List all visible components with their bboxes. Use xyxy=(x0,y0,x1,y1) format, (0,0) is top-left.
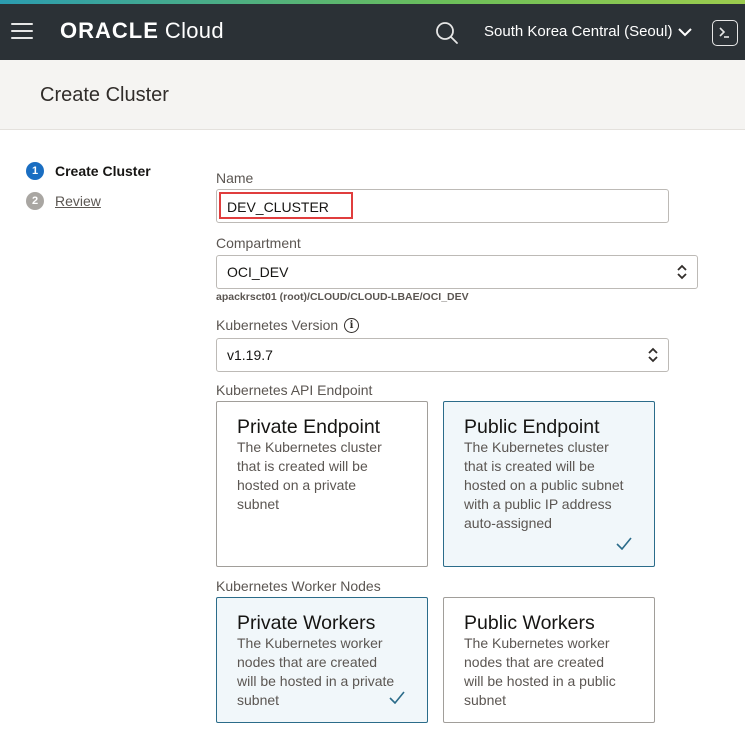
private-endpoint-card[interactable]: Private Endpoint The Kubernetes cluster … xyxy=(216,401,428,567)
card-description: The Kubernetes cluster that is created w… xyxy=(237,439,382,512)
worker-nodes-label: Kubernetes Worker Nodes xyxy=(216,578,381,594)
search-icon[interactable] xyxy=(434,20,460,46)
checkmark-icon xyxy=(616,537,632,550)
card-title: Private Endpoint xyxy=(237,416,381,438)
name-label: Name xyxy=(216,170,254,186)
hamburger-menu-icon[interactable] xyxy=(11,23,33,41)
oracle-cloud-logo[interactable]: ORACLE Cloud xyxy=(60,18,224,44)
card-title: Private Workers xyxy=(237,612,376,634)
private-workers-card[interactable]: Private Workers The Kubernetes worker no… xyxy=(216,597,428,723)
step-number: 1 xyxy=(26,162,44,180)
card-description: The Kubernetes worker nodes that are cre… xyxy=(464,635,616,708)
step-create-cluster[interactable]: 1 Create Cluster xyxy=(26,162,151,180)
checkmark-icon xyxy=(389,691,405,704)
kubernetes-version-select[interactable]: v1.19.7 xyxy=(216,338,669,372)
page-title: Create Cluster xyxy=(40,84,169,106)
region-selector[interactable]: South Korea Central (Seoul) xyxy=(484,23,693,40)
info-icon[interactable]: i xyxy=(344,318,359,333)
cloud-shell-icon[interactable] xyxy=(712,20,738,46)
brand-cloud: Cloud xyxy=(164,18,224,43)
compartment-path: apackrsct01 (root)/CLOUD/CLOUD-LBAE/OCI_… xyxy=(216,291,469,303)
chevron-down-icon xyxy=(678,27,693,36)
page-header: Create Cluster xyxy=(0,60,745,130)
compartment-value: OCI_DEV xyxy=(227,264,289,280)
card-title: Public Endpoint xyxy=(464,416,600,438)
public-workers-card[interactable]: Public Workers The Kubernetes worker nod… xyxy=(443,597,655,723)
region-label: South Korea Central (Seoul) xyxy=(484,23,673,40)
card-title: Public Workers xyxy=(464,612,595,634)
step-number: 2 xyxy=(26,192,44,210)
brand-oracle: ORACLE xyxy=(60,18,159,43)
api-endpoint-label: Kubernetes API Endpoint xyxy=(216,382,373,398)
public-endpoint-card[interactable]: Public Endpoint The Kubernetes cluster t… xyxy=(443,401,655,567)
compartment-label: Compartment xyxy=(216,235,301,251)
name-value[interactable]: DEV_CLUSTER xyxy=(227,199,329,215)
step-label: Create Cluster xyxy=(55,163,151,179)
select-chevron-icon xyxy=(648,347,658,363)
kubernetes-version-value: v1.19.7 xyxy=(227,347,273,363)
top-navigation-bar: ORACLE Cloud South Korea Central (Seoul) xyxy=(0,4,745,60)
card-description: The Kubernetes cluster that is created w… xyxy=(464,439,624,531)
kubernetes-version-label: Kubernetes Version xyxy=(216,317,339,333)
step-review[interactable]: 2 Review xyxy=(26,192,101,210)
select-chevron-icon xyxy=(677,264,687,280)
step-label[interactable]: Review xyxy=(55,193,101,209)
compartment-select[interactable]: OCI_DEV xyxy=(216,255,698,289)
card-description: The Kubernetes worker nodes that are cre… xyxy=(237,635,395,708)
